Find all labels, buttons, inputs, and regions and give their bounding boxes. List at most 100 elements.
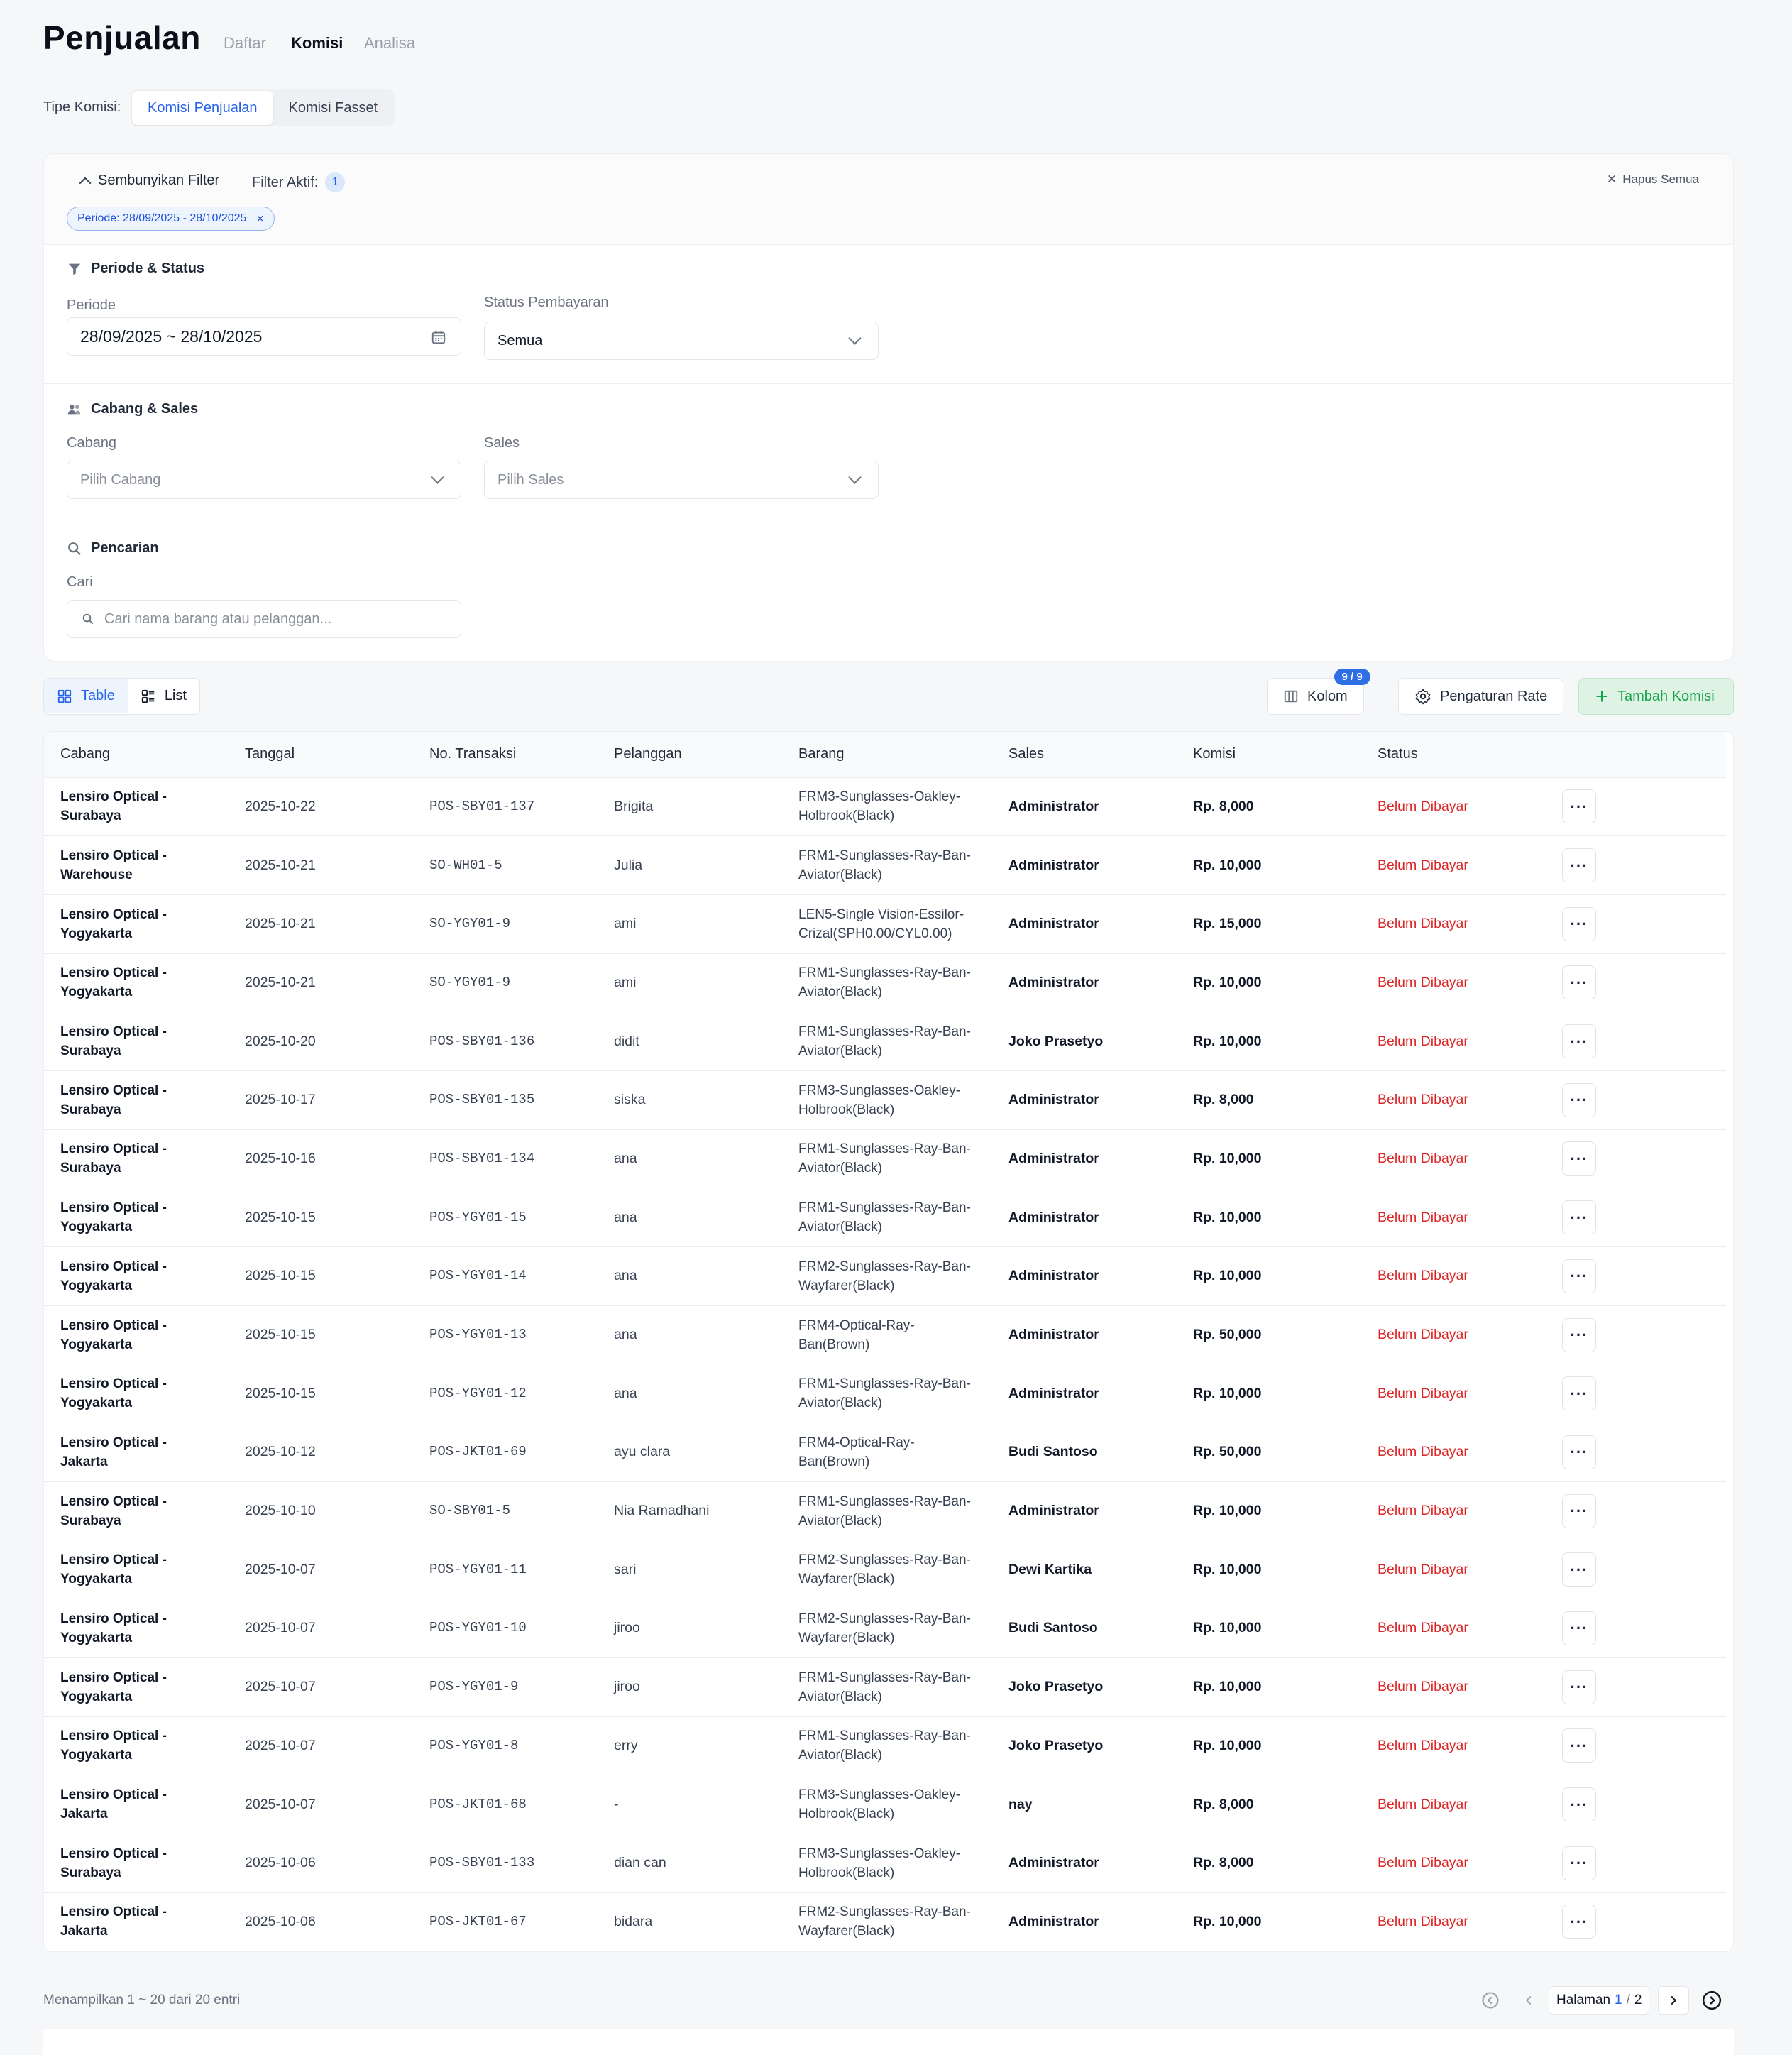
periode-date-range-input[interactable]: 28/09/2025 ~ 28/10/2025 [67, 317, 461, 356]
column-header-sales[interactable]: Sales [992, 732, 1177, 778]
search-icon [68, 542, 82, 555]
table-row[interactable]: Lensiro Optical - Yogyakarta 2025-10-15 PO… [44, 1188, 1726, 1247]
more-horizontal-icon: ··· [1570, 1795, 1588, 1814]
cell-status: Belum Dibayar [1361, 1892, 1546, 1951]
more-horizontal-icon: ··· [1570, 973, 1588, 992]
tambah-komisi-button[interactable]: Tambah Komisi [1578, 678, 1734, 715]
cell-barang: LEN5-Single Vision-Essilor-Crizal(SPH0.0… [782, 894, 992, 954]
column-header-cabang[interactable]: Cabang [44, 732, 229, 778]
status-pembayaran-select[interactable]: Semua [484, 322, 879, 360]
komisi-penjualan-button[interactable]: Komisi Penjualan [132, 91, 273, 125]
table-row[interactable]: Lensiro Optical - Yogyakarta 2025-10-15 PO… [44, 1305, 1726, 1365]
list-view-button[interactable]: List [128, 679, 199, 713]
row-actions-button[interactable]: ··· [1562, 1611, 1596, 1645]
kolom-button[interactable]: Kolom 9 / 9 [1267, 669, 1370, 715]
komisi-fasset-button[interactable]: Komisi Fasset [273, 91, 394, 125]
cabang-select[interactable]: Pilih Cabang [67, 461, 461, 499]
tab-analisa[interactable]: Analisa [364, 34, 415, 53]
periode-label: Periode [67, 297, 116, 313]
cell-tanggal: 2025-10-21 [229, 953, 413, 1013]
column-header-pelanggan[interactable]: Pelanggan [598, 732, 782, 778]
column-header-no-transaksi[interactable]: No. Transaksi [413, 732, 598, 778]
table-row[interactable]: Lensiro Optical - Yogyakarta 2025-10-07 PO… [44, 1540, 1726, 1600]
cell-cabang: Lensiro Optical - Warehouse [44, 835, 229, 895]
row-actions-button[interactable]: ··· [1562, 965, 1596, 1000]
cell-pelanggan: ana [598, 1246, 782, 1306]
sales-select[interactable]: Pilih Sales [484, 461, 879, 499]
plus-icon [1596, 691, 1607, 702]
table-row[interactable]: Lensiro Optical - Yogyakarta 2025-10-15 PO… [44, 1246, 1726, 1306]
table-row[interactable]: Lensiro Optical - Warehouse 2025-10-21 SO-… [44, 835, 1726, 895]
table-row[interactable]: Lensiro Optical - Jakarta 2025-10-07 POS-J… [44, 1775, 1726, 1834]
row-actions-button[interactable]: ··· [1562, 1259, 1596, 1293]
cell-status: Belum Dibayar [1361, 1599, 1546, 1658]
column-header-komisi[interactable]: Komisi [1177, 732, 1361, 778]
table-row[interactable]: Lensiro Optical - Surabaya 2025-10-22 POS-… [44, 777, 1726, 837]
cell-komisi: Rp. 10,000 [1177, 1364, 1361, 1424]
tab-komisi[interactable]: Komisi [291, 34, 343, 53]
table-row[interactable]: Lensiro Optical - Jakarta 2025-10-06 POS-J… [44, 1892, 1726, 1951]
table-row[interactable]: Lensiro Optical - Surabaya 2025-10-06 POS-… [44, 1834, 1726, 1893]
table-row[interactable]: Lensiro Optical - Surabaya 2025-10-20 POS-… [44, 1012, 1726, 1071]
table-row[interactable]: Lensiro Optical - Surabaya 2025-10-16 POS-… [44, 1129, 1726, 1189]
clear-all-filters-button[interactable]: ✕ Hapus Semua [1607, 172, 1699, 187]
row-actions-button[interactable]: ··· [1562, 1846, 1596, 1880]
row-actions-button[interactable]: ··· [1562, 1670, 1596, 1704]
row-actions-button[interactable]: ··· [1562, 789, 1596, 824]
hide-filter-button[interactable]: Sembunyikan Filter [79, 172, 219, 189]
cell-sales: Administrator [992, 1129, 1177, 1189]
cell-actions: ··· [1546, 1423, 1726, 1482]
cell-pelanggan: ami [598, 894, 782, 954]
row-actions-button[interactable]: ··· [1562, 1024, 1596, 1059]
table-row[interactable]: Lensiro Optical - Surabaya 2025-10-17 POS-… [44, 1070, 1726, 1130]
prev-page-button[interactable] [1515, 1986, 1543, 2015]
row-actions-button[interactable]: ··· [1562, 1728, 1596, 1763]
pengaturan-rate-label: Pengaturan Rate [1440, 688, 1548, 704]
search-input[interactable]: Cari nama barang atau pelanggan... [67, 600, 461, 638]
table-row[interactable]: Lensiro Optical - Surabaya 2025-10-10 SO-S… [44, 1481, 1726, 1541]
cell-pelanggan: ana [598, 1364, 782, 1424]
cell-status: Belum Dibayar [1361, 1657, 1546, 1717]
first-page-button[interactable] [1476, 1986, 1505, 2015]
more-horizontal-icon: ··· [1570, 797, 1588, 816]
row-actions-button[interactable]: ··· [1562, 1376, 1596, 1411]
column-header-tanggal[interactable]: Tanggal [229, 732, 413, 778]
cell-status: Belum Dibayar [1361, 1305, 1546, 1365]
row-actions-button[interactable]: ··· [1562, 1141, 1596, 1176]
close-icon: ✕ [1607, 172, 1617, 186]
table-row[interactable]: Lensiro Optical - Jakarta 2025-10-12 POS-J… [44, 1423, 1726, 1482]
active-filter-chip: Periode: 28/09/2025 - 28/10/2025 × [67, 207, 275, 231]
row-actions-button[interactable]: ··· [1562, 1787, 1596, 1822]
table-row[interactable]: Lensiro Optical - Yogyakarta 2025-10-21 SO… [44, 894, 1726, 954]
column-header-status[interactable]: Status [1361, 732, 1546, 778]
row-actions-button[interactable]: ··· [1562, 1552, 1596, 1587]
cell-cabang: Lensiro Optical - Surabaya [44, 1129, 229, 1189]
table-row[interactable]: Lensiro Optical - Yogyakarta 2025-10-15 PO… [44, 1364, 1726, 1424]
remove-chip-icon[interactable]: × [256, 212, 264, 226]
cell-komisi: Rp. 10,000 [1177, 1481, 1361, 1541]
table-row[interactable]: Lensiro Optical - Yogyakarta 2025-10-21 SO… [44, 953, 1726, 1013]
table-row[interactable]: Lensiro Optical - Yogyakarta 2025-10-07 PO… [44, 1599, 1726, 1658]
filter-icon [68, 263, 81, 275]
row-actions-button[interactable]: ··· [1562, 1317, 1596, 1352]
column-header-barang[interactable]: Barang [782, 732, 992, 778]
commission-table: Cabang Tanggal No. Transaksi Pelanggan B… [44, 732, 1726, 1951]
chip-label: Periode: [77, 212, 120, 224]
table-view-button[interactable]: Table [44, 679, 128, 713]
table-row[interactable]: Lensiro Optical - Yogyakarta 2025-10-07 PO… [44, 1657, 1726, 1717]
cell-tanggal: 2025-10-15 [229, 1188, 413, 1247]
row-actions-button[interactable]: ··· [1562, 1494, 1596, 1528]
cell-cabang: Lensiro Optical - Surabaya [44, 1070, 229, 1130]
row-actions-button[interactable]: ··· [1562, 1435, 1596, 1469]
table-row[interactable]: Lensiro Optical - Yogyakarta 2025-10-07 PO… [44, 1716, 1726, 1776]
row-actions-button[interactable]: ··· [1562, 1905, 1596, 1939]
filter-panel: Sembunyikan Filter Filter Aktif: 1 ✕ Hap… [43, 153, 1734, 662]
tab-daftar[interactable]: Daftar [224, 34, 266, 53]
row-actions-button[interactable]: ··· [1562, 906, 1596, 941]
row-actions-button[interactable]: ··· [1562, 848, 1596, 883]
row-actions-button[interactable]: ··· [1562, 1200, 1596, 1235]
next-page-button[interactable] [1658, 1986, 1690, 2015]
pengaturan-rate-button[interactable]: Pengaturan Rate [1398, 678, 1564, 715]
last-page-button[interactable] [1698, 1986, 1726, 2015]
row-actions-button[interactable]: ··· [1562, 1083, 1596, 1117]
